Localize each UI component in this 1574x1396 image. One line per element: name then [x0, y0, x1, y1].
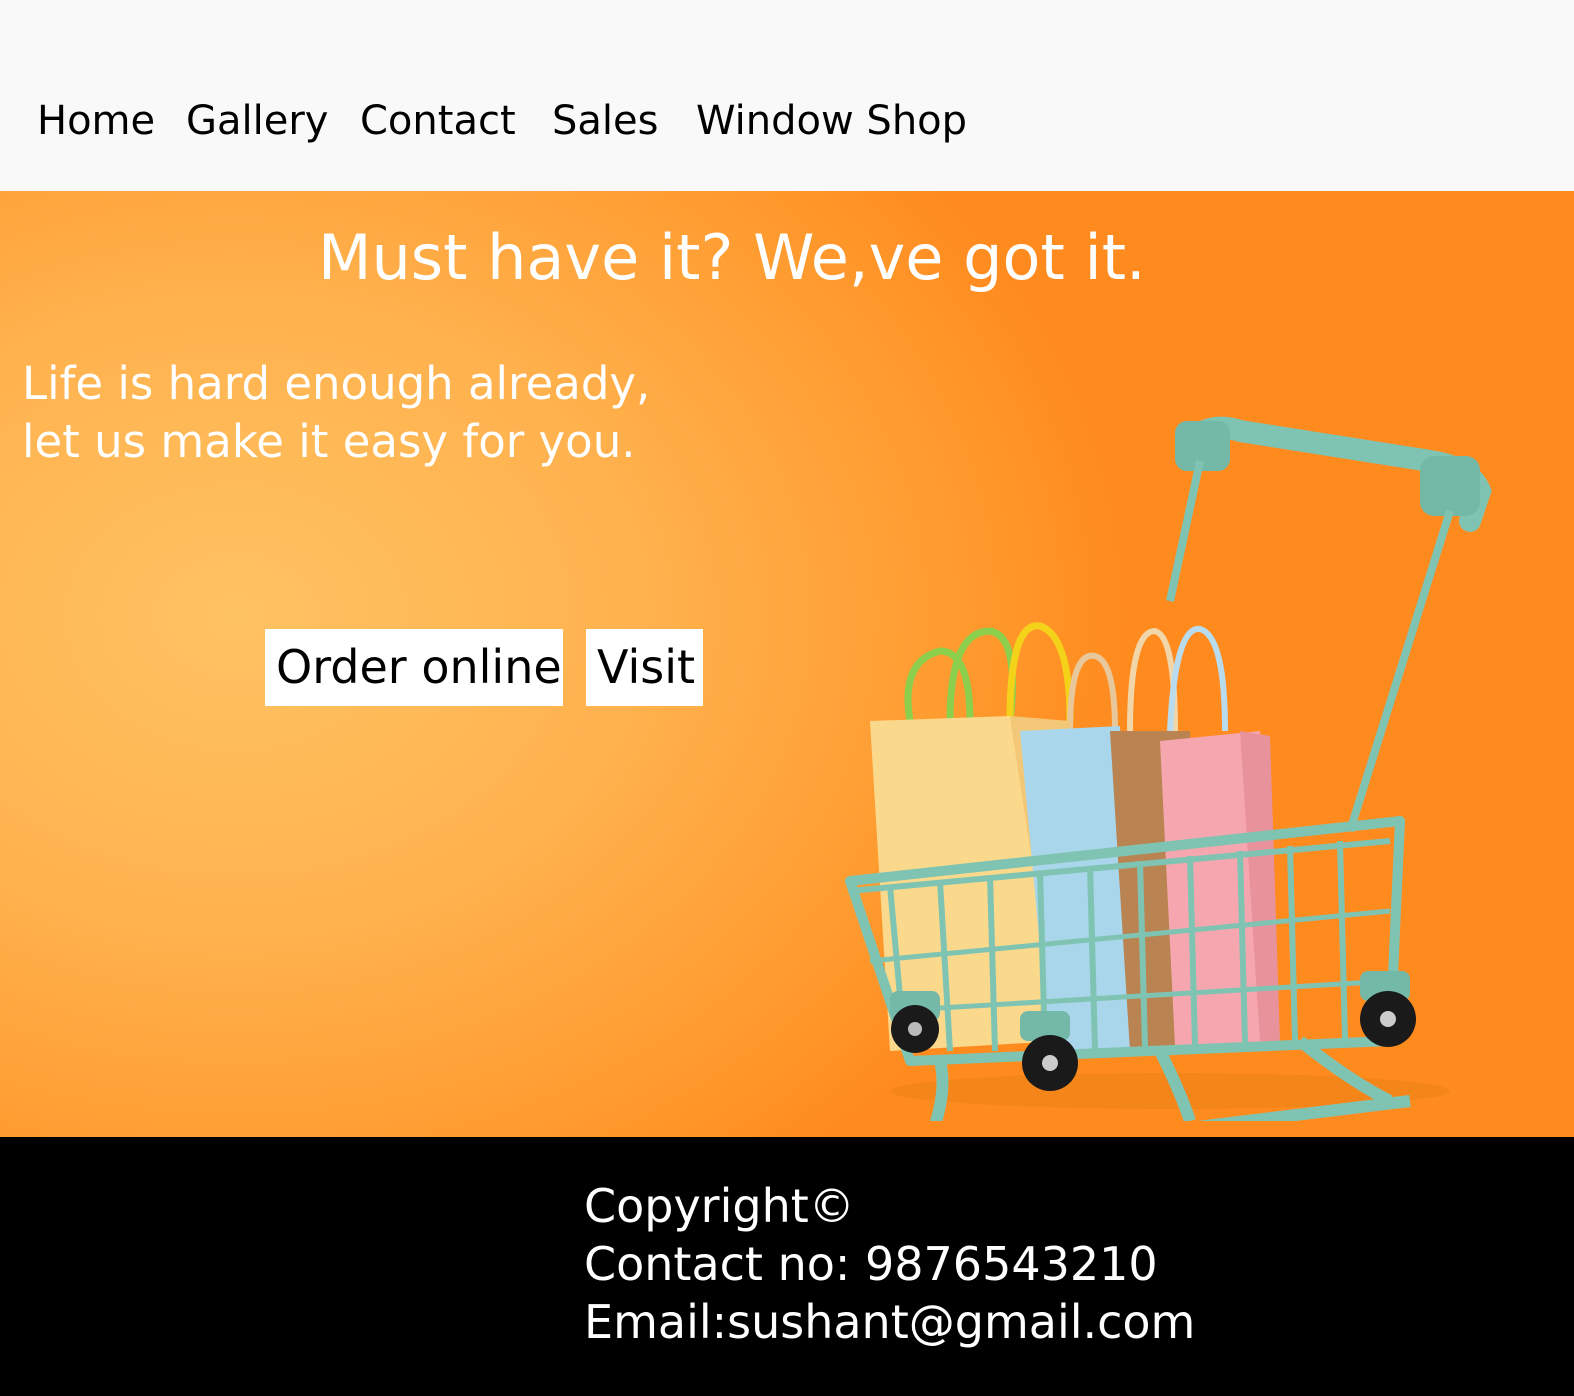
- hero-banner: Must have it? We,ve got it. Life is hard…: [0, 191, 1574, 1137]
- contact-number: Contact no: 9876543210: [584, 1237, 1158, 1291]
- visit-button[interactable]: Visit: [586, 629, 703, 706]
- footer: Copyright© Contact no: 9876543210 Email:…: [0, 1137, 1574, 1396]
- nav-window-shop[interactable]: Window Shop: [696, 96, 967, 146]
- top-navigation: Home Gallery Contact Sales Window Shop: [0, 0, 1574, 191]
- nav-gallery[interactable]: Gallery: [186, 96, 328, 146]
- nav-contact[interactable]: Contact: [360, 96, 516, 146]
- hero-headline: Must have it? We,ve got it.: [318, 221, 1146, 294]
- shopping-cart-image: [845, 416, 1492, 1121]
- tagline-line-2: let us make it easy for you.: [22, 415, 636, 468]
- footer-info: Copyright© Contact no: 9876543210 Email:…: [584, 1177, 1195, 1351]
- tagline-line-1: Life is hard enough already,: [22, 357, 651, 410]
- nav-home[interactable]: Home: [37, 96, 155, 146]
- email-text: Email:sushant@gmail.com: [584, 1295, 1196, 1349]
- copyright-text: Copyright©: [584, 1179, 855, 1233]
- hero-tagline: Life is hard enough already, let us make…: [22, 355, 650, 471]
- nav-sales[interactable]: Sales: [552, 96, 658, 146]
- order-online-button[interactable]: Order online: [265, 629, 563, 706]
